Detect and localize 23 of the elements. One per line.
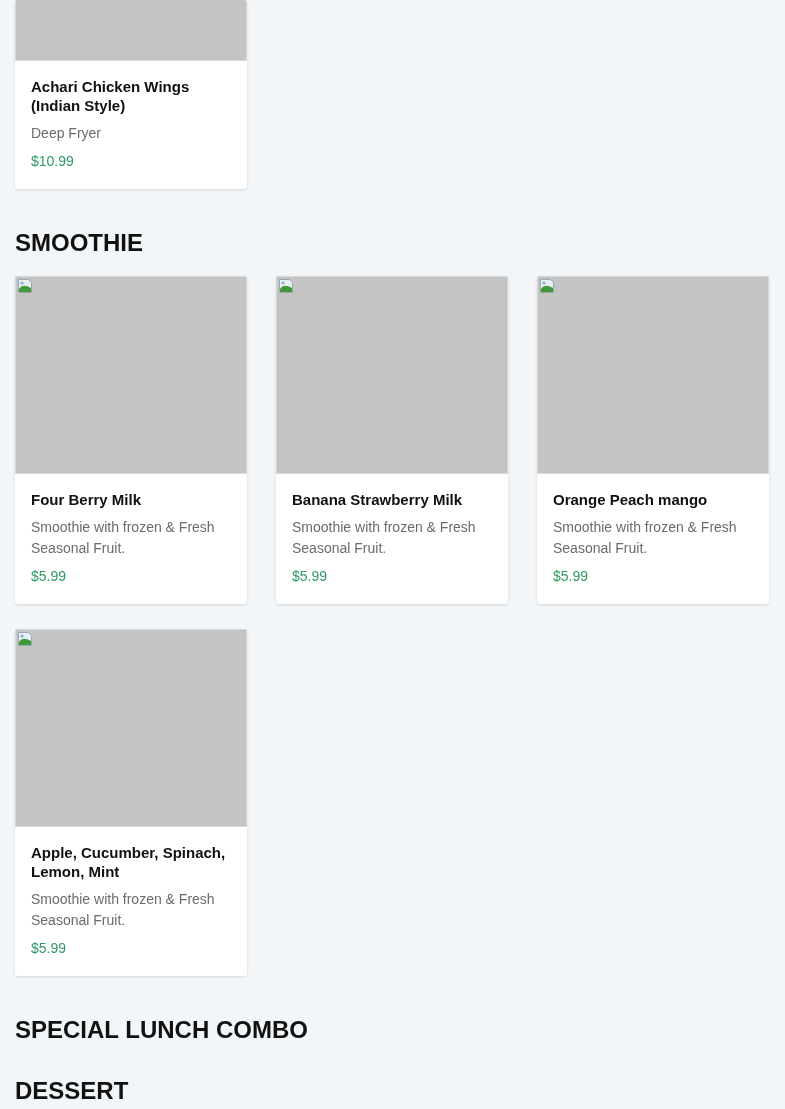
menu-item-card[interactable]: Four Berry Milk Smoothie with frozen & Fresh Seasonal Fruit. $5.99	[15, 276, 247, 604]
item-name: Banana Strawberry Milk	[292, 490, 464, 509]
item-price: $5.99	[553, 567, 590, 586]
item-price: $5.99	[31, 939, 68, 958]
item-description: Smoothie with frozen & Fresh Seasonal Fruit.	[553, 518, 738, 558]
item-description: Smoothie with frozen & Fresh Seasonal Fruit.	[292, 518, 477, 558]
item-price: $10.99	[31, 152, 75, 171]
section-heading: SPECIAL LUNCH COMBO	[15, 1016, 309, 1044]
section-heading: SMOOTHIE	[15, 229, 144, 257]
item-name: Achari Chicken Wings (Indian Style)	[31, 77, 191, 115]
menu-item-card[interactable]: Banana Strawberry Milk Smoothie with frozen & Fresh Seasonal Fruit. $5.99	[276, 276, 508, 604]
menu-item-card[interactable]: Orange Peach mango Smoothie with frozen & Fresh Seasonal Fruit. $5.99	[537, 276, 769, 604]
item-price: $5.99	[31, 567, 68, 586]
item-price: $5.99	[292, 567, 329, 586]
item-name: Apple, Cucumber, Spinach, Lemon, Mint	[31, 843, 227, 881]
menu-item-card[interactable]: Achari Chicken Wings (Indian Style) Deep Fryer $10.99	[15, 0, 247, 189]
item-name: Orange Peach mango	[553, 490, 709, 509]
item-description: Smoothie with frozen & Fresh Seasonal Fruit.	[31, 518, 216, 558]
item-description: Smoothie with frozen & Fresh Seasonal Fruit.	[31, 890, 216, 930]
section-heading: DESSERT	[15, 1077, 130, 1105]
item-name: Four Berry Milk	[31, 490, 143, 509]
item-description: Deep Fryer	[31, 124, 103, 143]
menu-item-card[interactable]: Apple, Cucumber, Spinach, Lemon, Mint Smoothie with frozen & Fresh Seasonal Fruit. $5.99	[15, 629, 247, 976]
